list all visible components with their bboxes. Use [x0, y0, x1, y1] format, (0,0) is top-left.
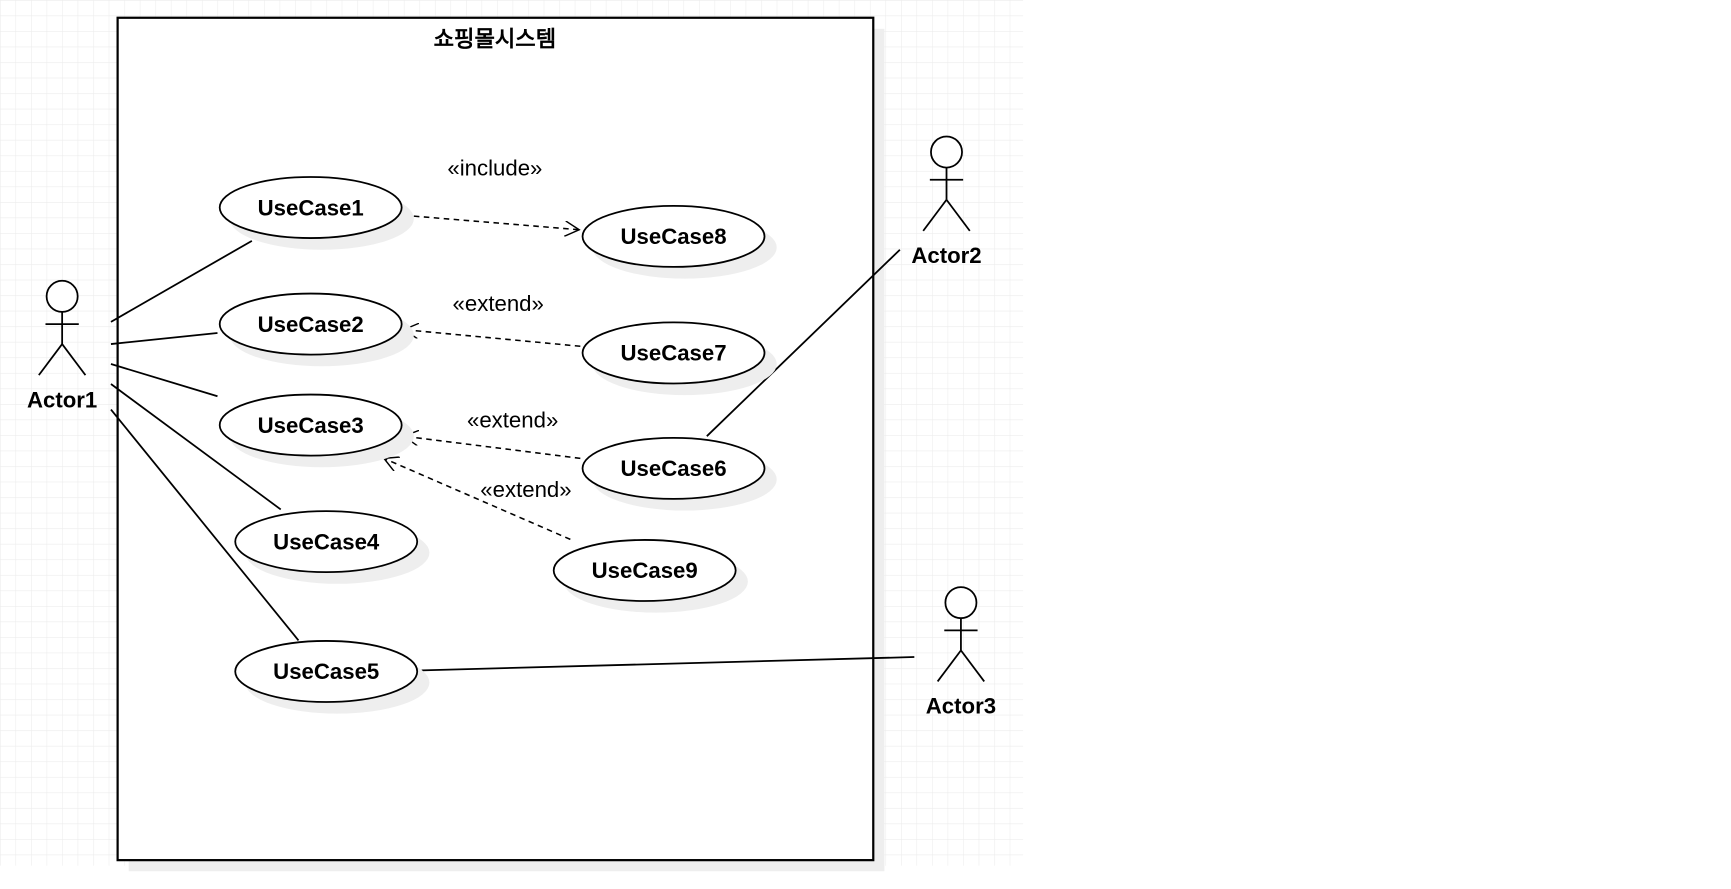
system-title: 쇼핑몰시스템: [434, 27, 556, 53]
use-case-label: UseCase8: [620, 224, 726, 249]
actor-label: Actor1: [27, 387, 97, 412]
actor-label: Actor3: [926, 694, 996, 719]
extend-label-u9: «extend»: [480, 477, 571, 502]
use-case-label: UseCase3: [258, 413, 364, 438]
extend-label-u6: «extend»: [467, 407, 558, 432]
use-case-label: UseCase6: [620, 456, 726, 481]
include-label: «include»: [447, 155, 542, 180]
use-case-label: UseCase2: [258, 312, 364, 337]
use-case-label: UseCase9: [592, 558, 698, 583]
actor-label: Actor2: [911, 243, 981, 268]
use-case-label: UseCase7: [620, 341, 726, 366]
extend-label-u7: «extend»: [453, 291, 544, 316]
use-case-diagram: 쇼핑몰시스템 «include» «extend» «extend» «exte…: [0, 0, 1024, 872]
use-case-label: UseCase4: [273, 529, 380, 554]
use-case-label: UseCase5: [273, 659, 379, 684]
use-case-label: UseCase1: [258, 195, 364, 220]
